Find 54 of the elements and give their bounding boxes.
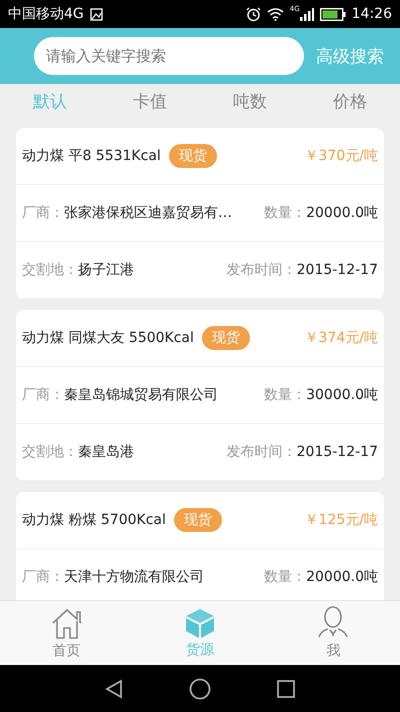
field-value: 2015-12-17: [296, 262, 378, 278]
listing-card[interactable]: 动力煤 同煤大友 5500Kcal 现货 ￥374元/吨 厂商：秦皇岛锦城贸易有限公司 数量：30000.0吨 交割地：秦皇岛港 发布时间：2015-12-17: [16, 310, 384, 481]
spot-badge: 现货: [174, 508, 222, 532]
spot-badge: 现货: [202, 326, 250, 350]
carrier-name: 中国移动4G: [8, 5, 84, 23]
price-text: ￥370元/吨: [304, 147, 378, 165]
back-icon[interactable]: [105, 678, 123, 698]
sort-tab[interactable]: 价格: [329, 88, 371, 114]
person-icon: [317, 606, 350, 640]
field-label: 厂商：: [22, 204, 64, 222]
field-label: 交割地：: [22, 443, 78, 461]
nav-tab[interactable]: 首页: [0, 601, 134, 665]
field-label: 数量：: [264, 568, 306, 586]
field-value: 扬子江港: [78, 261, 134, 279]
field-label: 发布时间：: [226, 261, 297, 279]
nav-tab[interactable]: 我: [266, 601, 400, 665]
listing-title: 动力煤 平8 5531Kcal: [22, 147, 161, 165]
home-icon: [50, 606, 84, 640]
sort-tab[interactable]: 吨数: [229, 88, 271, 114]
field-label: 数量：: [264, 386, 306, 404]
field-label: 厂商：: [22, 386, 64, 404]
battery-icon: [320, 8, 346, 20]
nav-tab[interactable]: 货源: [133, 601, 267, 665]
box-icon: [184, 607, 216, 639]
field-value: 2015-12-17: [296, 444, 378, 460]
sort-tab[interactable]: 卡值: [129, 88, 171, 114]
signal-icon: [300, 8, 314, 20]
listing-title: 动力煤 粉煤 5700Kcal: [22, 511, 166, 529]
sort-tab[interactable]: 默认: [29, 88, 71, 114]
field-label: 厂商：: [22, 568, 64, 586]
listing-card[interactable]: 动力煤 粉煤 5700Kcal 现货 ￥125元/吨 厂商：天津十方物流有限公司 数量：20000.0吨: [16, 492, 384, 600]
field-value: 张家港保税区迪嘉贸易有…: [64, 204, 232, 222]
field-value: 天津十方物流有限公司: [64, 568, 204, 586]
image-icon: [90, 8, 103, 20]
spot-badge: 现货: [168, 144, 217, 168]
field-label: 数量：: [264, 204, 306, 222]
home-button-icon[interactable]: [189, 678, 211, 700]
recents-icon[interactable]: [277, 680, 295, 698]
alarm-icon: [246, 6, 261, 22]
wifi-icon: [266, 7, 284, 21]
field-value: 秦皇岛锦城贸易有限公司: [64, 386, 218, 404]
advanced-search-link[interactable]: 高级搜索: [316, 44, 384, 68]
field-value: 20000.0吨: [306, 204, 378, 222]
price-text: ￥125元/吨: [304, 511, 378, 529]
price-text: ￥374元/吨: [304, 329, 378, 347]
listing-title: 动力煤 同煤大友 5500Kcal: [22, 329, 194, 347]
listing-card[interactable]: 动力煤 平8 5531Kcal 现货 ￥370元/吨 厂商：张家港保税区迪嘉贸易有… 数量：20000.0吨 交割地：扬子江港 发布时间：2015-12-17: [16, 128, 384, 299]
field-label: 发布时间：: [226, 443, 297, 461]
field-value: 秦皇岛港: [78, 443, 134, 461]
field-label: 交割地：: [22, 261, 78, 279]
search-field[interactable]: 请输入关键字搜索: [34, 37, 304, 75]
field-value: 20000.0吨: [306, 568, 378, 586]
field-value: 30000.0吨: [306, 386, 378, 404]
clock-time: 14:26: [352, 6, 392, 22]
